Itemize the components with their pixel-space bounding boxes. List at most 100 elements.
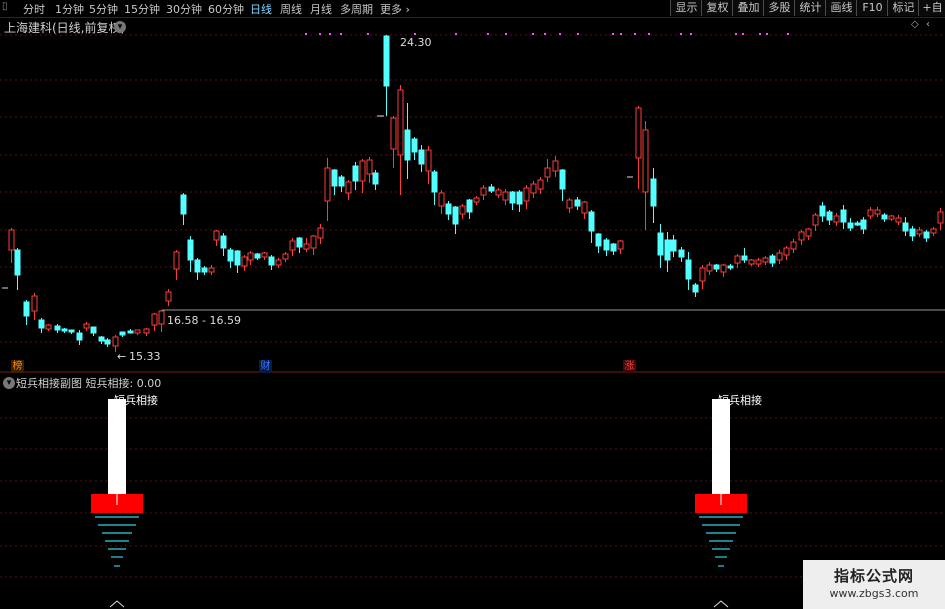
candlestick	[61, 328, 68, 333]
candlestick	[713, 264, 720, 272]
event-tag-zhang[interactable]: 涨	[623, 360, 636, 373]
candle-body	[509, 191, 516, 204]
candle-body	[268, 256, 275, 266]
signal-bar	[712, 399, 730, 494]
candlestick	[220, 233, 227, 256]
marker-dot	[612, 33, 614, 35]
candle-body	[104, 339, 111, 345]
candle-body	[425, 149, 432, 172]
candlestick	[268, 255, 275, 270]
candle-body	[769, 255, 776, 264]
candlestick	[509, 191, 516, 210]
candle-body	[635, 107, 642, 159]
candlestick	[372, 170, 379, 190]
candle-body	[847, 222, 854, 229]
candle-body	[14, 249, 21, 276]
candlestick	[610, 243, 617, 255]
candle-body	[888, 215, 895, 220]
candlestick	[247, 251, 254, 265]
candlestick	[324, 158, 331, 221]
candlestick	[466, 199, 473, 219]
candle-body	[418, 149, 425, 165]
candlestick	[516, 190, 523, 212]
candlestick	[706, 262, 713, 275]
candle-body	[930, 228, 937, 234]
candle-body	[741, 255, 748, 261]
low-label: 15.33	[129, 350, 161, 363]
candlestick	[895, 215, 902, 225]
candle-body	[296, 237, 303, 248]
candle-body	[127, 330, 134, 334]
candlestick	[657, 224, 664, 268]
candlestick	[76, 330, 83, 345]
candlestick	[916, 227, 923, 237]
candlestick	[790, 239, 797, 253]
candle-body	[158, 310, 165, 325]
candlestick	[90, 326, 97, 336]
candlestick	[544, 159, 551, 182]
candle-body	[657, 232, 664, 256]
candle-body	[574, 199, 581, 207]
candle-body	[588, 211, 595, 232]
signal-marker-1	[91, 399, 143, 567]
event-tag-bang[interactable]: 榜	[11, 360, 24, 373]
candlestick	[664, 232, 671, 272]
candlestick	[635, 106, 642, 189]
marker-dot	[634, 33, 636, 35]
candle-body	[61, 328, 68, 332]
marker-dot	[648, 33, 650, 35]
event-tag-cai[interactable]: 财	[259, 360, 272, 373]
range-label: 16.58 - 16.59	[167, 314, 241, 327]
candle-body	[819, 205, 826, 217]
candle-body	[220, 235, 227, 249]
candlestick	[741, 248, 748, 263]
candlestick	[833, 213, 840, 226]
candlestick	[678, 247, 685, 262]
candlestick	[502, 189, 509, 205]
candlestick	[331, 169, 338, 195]
candle-body	[194, 259, 201, 273]
candle-body	[617, 240, 624, 250]
candlestick	[411, 137, 418, 160]
candle-body	[916, 229, 923, 235]
candlestick	[783, 246, 790, 260]
chart-canvas: 24.30 16.58 - 16.59 ← 15.33 短兵相接 短兵相接	[0, 33, 945, 608]
marker-dot	[759, 33, 761, 35]
candlestick	[418, 145, 425, 172]
marker-dot	[620, 33, 622, 35]
candle-body	[713, 264, 720, 270]
candle-body	[134, 329, 141, 334]
candlestick	[213, 230, 220, 246]
candlestick	[310, 235, 317, 255]
candlestick	[180, 193, 187, 225]
candle-body	[895, 217, 902, 223]
candlestick	[727, 264, 734, 270]
candle-body	[143, 328, 150, 334]
candlestick	[119, 331, 126, 337]
candle-body	[324, 167, 331, 202]
candle-body	[610, 243, 617, 252]
grid-lines	[0, 34, 945, 343]
candle-body	[495, 189, 502, 196]
candle-body	[227, 249, 234, 262]
candlestick	[282, 252, 289, 262]
candlestick	[874, 207, 881, 217]
marker-dot	[577, 33, 579, 35]
watermark: 指标公式网 www.zbgs3.com	[803, 560, 945, 609]
candlestick	[923, 230, 930, 242]
candlestick	[227, 248, 234, 268]
candle-body	[404, 129, 411, 161]
candle-body	[98, 336, 105, 342]
candlestick	[23, 300, 30, 325]
indicator-dropdown-icon[interactable]: ▾	[3, 377, 15, 389]
indicator-name: 短兵相接副图	[16, 377, 82, 390]
candle-body	[923, 231, 930, 239]
candlestick	[930, 227, 937, 236]
marker-dot	[414, 33, 416, 35]
candlestick	[480, 185, 487, 200]
candle-body	[833, 215, 840, 223]
candle-body	[282, 253, 289, 260]
candlestick	[595, 233, 602, 253]
candle-body	[874, 209, 881, 215]
candle-body	[303, 243, 310, 250]
